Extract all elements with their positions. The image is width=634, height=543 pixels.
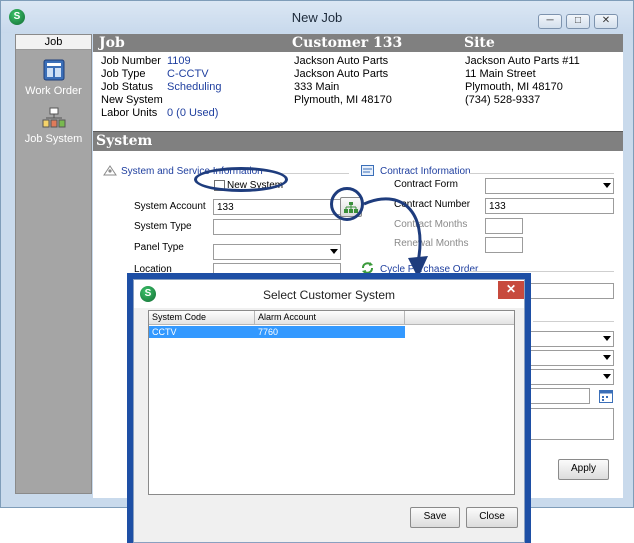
job-number-value[interactable]: 1109 xyxy=(167,55,191,67)
job-status-value[interactable]: Scheduling xyxy=(167,81,221,93)
minimize-icon: ─ xyxy=(546,15,554,26)
table-row[interactable]: CCTV 7760 xyxy=(149,326,405,338)
divider xyxy=(469,173,614,174)
nav-header: Job xyxy=(16,35,91,50)
date-input[interactable] xyxy=(530,388,590,404)
site-name: Jackson Auto Parts #11 xyxy=(465,55,580,67)
calendar-button[interactable] xyxy=(598,388,614,404)
renewal-months-input[interactable] xyxy=(485,237,523,253)
system-header-band: System xyxy=(93,131,623,151)
column-header-alarm-account[interactable]: Alarm Account xyxy=(255,311,405,325)
calendar-icon xyxy=(598,390,614,407)
job-status-row: Job Status Scheduling xyxy=(101,81,221,94)
close-icon: ✕ xyxy=(601,15,611,26)
nav-item-job-system[interactable]: Job System xyxy=(16,107,91,145)
chevron-down-icon xyxy=(603,336,611,341)
window-titlebar[interactable]: S New Job ─ □ ✕ xyxy=(1,1,633,33)
system-account-input[interactable]: 133 xyxy=(213,199,341,215)
job-number-row: Job Number 1109 xyxy=(101,55,221,68)
notes-textarea[interactable] xyxy=(530,408,614,440)
contract-section-title: Contract Information xyxy=(380,166,471,177)
site-heading: Site xyxy=(464,35,495,51)
nav-item-work-order[interactable]: Work Order xyxy=(16,59,91,97)
system-type-label: System Type xyxy=(134,221,192,232)
panel-type-select[interactable] xyxy=(213,244,341,260)
dialog-titlebar[interactable]: S Select Customer System ✕ xyxy=(134,280,524,308)
nav-item-label: Work Order xyxy=(25,85,82,97)
labor-units-value[interactable]: 0 (0 Used) xyxy=(167,107,218,119)
column-header-system-code[interactable]: System Code xyxy=(149,311,255,325)
divider xyxy=(468,271,614,272)
job-type-label: Job Type xyxy=(101,68,146,80)
system-heading: System xyxy=(96,133,153,149)
system-type-input[interactable] xyxy=(213,219,341,235)
new-system-row: New System xyxy=(101,94,221,107)
info-header-band: Job Customer 133 Site xyxy=(93,34,623,52)
contract-form-select[interactable] xyxy=(485,178,614,194)
customer-name: Jackson Auto Parts xyxy=(294,55,389,67)
job-system-icon xyxy=(42,107,66,129)
divider xyxy=(279,173,349,174)
job-status-label: Job Status xyxy=(101,81,153,93)
maximize-icon: □ xyxy=(574,15,582,26)
labor-units-label: Labor Units xyxy=(101,107,158,119)
chevron-down-icon xyxy=(603,183,611,188)
contract-info-icon xyxy=(361,165,374,176)
job-type-value[interactable]: C-CCTV xyxy=(167,68,209,80)
job-number-label: Job Number xyxy=(101,55,161,67)
contract-form-label: Contract Form xyxy=(394,179,458,190)
chevron-down-icon xyxy=(330,249,338,254)
option-select-1[interactable] xyxy=(530,331,614,347)
customer-system-grid[interactable]: System Code Alarm Account CCTV 7760 xyxy=(148,310,515,495)
minimize-button[interactable]: ─ xyxy=(538,14,562,29)
chevron-down-icon xyxy=(603,374,611,379)
site-phone: (734) 528-9337 xyxy=(465,94,541,106)
site-details: Jackson Auto Parts #11 11 Main Street Pl… xyxy=(465,55,580,107)
select-customer-system-dialog: S Select Customer System ✕ System Code A… xyxy=(127,273,531,543)
labor-units-row: Labor Units 0 (0 Used) xyxy=(101,107,221,120)
customer-city: Plymouth, MI 48170 xyxy=(294,94,392,106)
nav-item-label: Job System xyxy=(24,133,83,145)
option-select-2[interactable] xyxy=(530,350,614,366)
cycle-po-input[interactable] xyxy=(530,283,614,299)
new-system-info-label: New System xyxy=(101,94,163,106)
close-window-button[interactable]: ✕ xyxy=(594,14,618,29)
customer-street: 333 Main xyxy=(294,81,340,93)
apply-button[interactable]: Apply xyxy=(558,459,609,480)
dialog-close-button[interactable]: ✕ xyxy=(498,281,524,299)
contract-number-input[interactable]: 133 xyxy=(485,198,614,214)
maximize-button[interactable]: □ xyxy=(566,14,590,29)
new-system-callout xyxy=(194,167,288,192)
customer-heading: Customer 133 xyxy=(292,35,403,51)
job-type-row: Job Type C-CCTV xyxy=(101,68,221,81)
column-header-filler xyxy=(405,311,514,325)
customer-details: Jackson Auto Parts Jackson Auto Parts 33… xyxy=(294,55,392,107)
site-street: 11 Main Street xyxy=(465,68,536,80)
job-heading: Job xyxy=(99,35,125,51)
contract-months-input[interactable] xyxy=(485,218,523,234)
dialog-title: Select Customer System xyxy=(262,288,396,302)
work-order-icon xyxy=(42,59,66,81)
option-select-3[interactable] xyxy=(530,369,614,385)
chevron-down-icon xyxy=(603,355,611,360)
system-account-label: System Account xyxy=(134,201,206,212)
divider xyxy=(533,321,614,322)
close-button[interactable]: Close xyxy=(466,507,518,528)
job-details: Job Number 1109 Job Type C-CCTV Job Status… xyxy=(101,55,221,120)
dialog-body: S Select Customer System ✕ System Code A… xyxy=(133,279,525,543)
system-code-cell: CCTV xyxy=(152,327,177,337)
save-button[interactable]: Save xyxy=(410,507,460,528)
customer-billing-name: Jackson Auto Parts xyxy=(294,68,389,80)
close-icon: ✕ xyxy=(505,282,517,296)
panel-type-label: Panel Type xyxy=(134,242,184,253)
site-city: Plymouth, MI 48170 xyxy=(465,81,563,93)
left-nav: Job Work Order Job System xyxy=(15,34,92,494)
service-info-icon xyxy=(103,164,117,176)
alarm-account-cell: 7760 xyxy=(258,327,279,337)
